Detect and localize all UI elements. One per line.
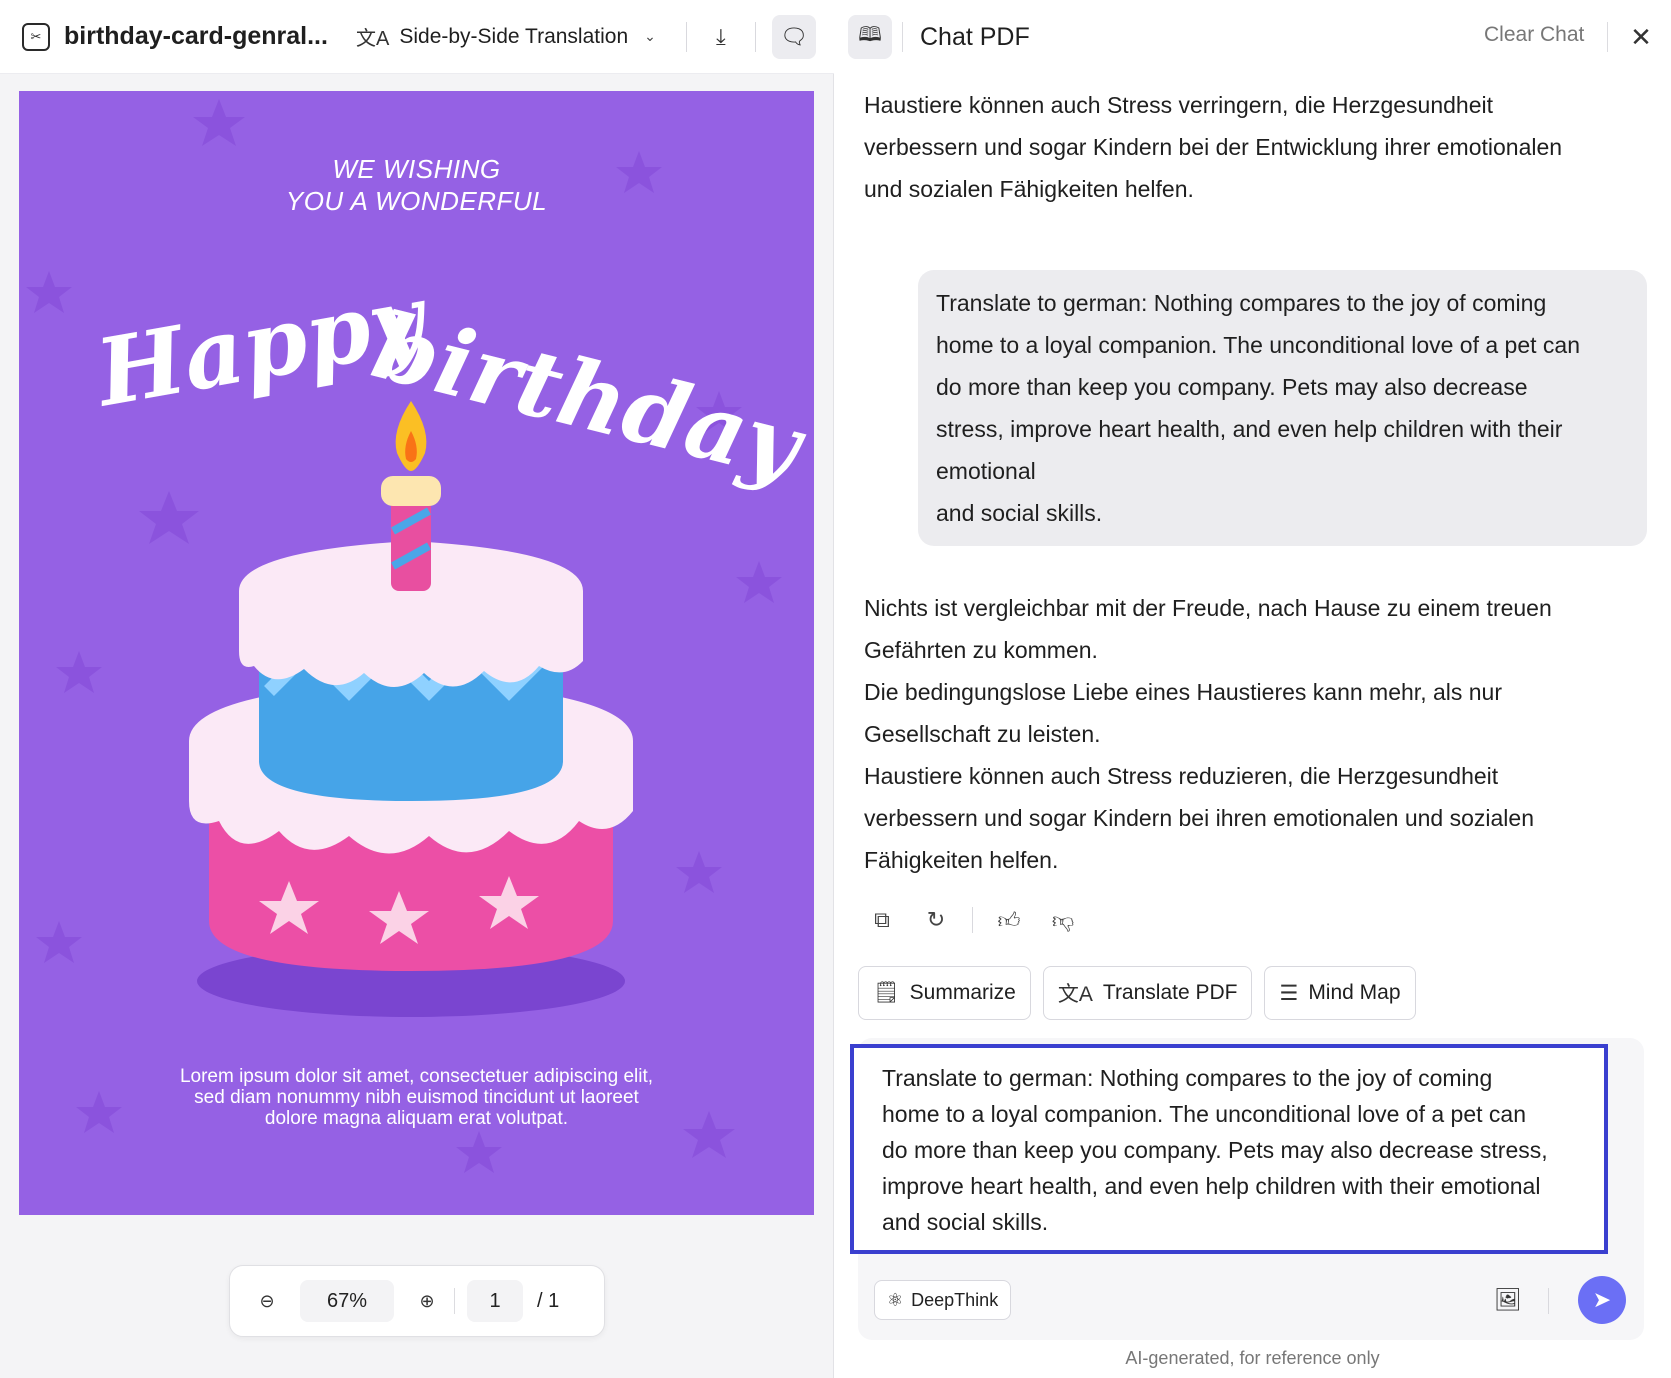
summarize-icon: 🗒︎ [873, 981, 900, 1004]
zoom-out-icon: ⊖ [259, 1290, 275, 1311]
image-upload-button[interactable]: 🖼︎ [1490, 1282, 1526, 1318]
card-heading-line2: YOU A WONDERFUL [285, 186, 548, 216]
send-icon: ➤ [1592, 1287, 1612, 1312]
thumbs-up-button[interactable]: 👍︎ [991, 902, 1027, 938]
thumbs-down-icon: 👎︎ [1051, 907, 1075, 933]
answer-line: und sozialen Fähigkeiten helfen. [864, 176, 1194, 202]
page-number-input[interactable]: 1 [467, 1280, 523, 1322]
user-message-line: stress, improve heart health, and even h… [936, 416, 1563, 442]
reader-mode-button[interactable]: 🕮 [848, 15, 892, 59]
download-icon: ⤓ [716, 23, 726, 49]
user-message-line: emotional [936, 458, 1036, 484]
book-icon: 🕮 [858, 24, 882, 46]
input-line: improve heart health, and even help chil… [882, 1173, 1541, 1199]
thumbs-up-icon: 👍︎ [997, 907, 1021, 933]
refresh-icon: ↻ [926, 907, 946, 932]
chat-pdf-panel: 🕮 Chat PDF Clear Chat ✕ Haustiere können… [834, 0, 1671, 1378]
answer-line: verbessern und sogar Kindern bei der Ent… [864, 134, 1563, 160]
input-line: and social skills. [882, 1209, 1049, 1235]
zoom-in-button[interactable]: ⊕ [412, 1286, 442, 1316]
card-heading-line1: WE WISHING [332, 154, 501, 184]
user-message-line: and social skills. [936, 500, 1103, 526]
birthday-card-page: WE WISHING YOU A WONDERFUL Happy birthda… [19, 91, 814, 1215]
composer-divider [1548, 1288, 1549, 1314]
regenerate-button[interactable]: ↻ [918, 902, 954, 938]
header-divider [1607, 22, 1608, 52]
summarize-label: Summarize [909, 981, 1016, 1004]
app-window: ✂ birthday-card-genral... 文A Side-by-Sid… [0, 0, 1671, 1378]
pdf-file-icon: ✂ [22, 22, 50, 51]
previous-answer-text: Haustiere können auch Stress verringern,… [864, 84, 1562, 210]
answer-line: Fähigkeiten helfen. [864, 847, 1059, 873]
header-divider [902, 22, 903, 52]
thumbs-down-button[interactable]: 👎︎ [1045, 902, 1081, 938]
ai-disclaimer: AI-generated, for reference only [1125, 1348, 1380, 1368]
user-message-line: home to a loyal companion. The unconditi… [936, 332, 1580, 358]
answer-line: Haustiere können auch Stress verringern,… [864, 92, 1494, 118]
chat-input[interactable]: Translate to german: Nothing compares to… [850, 1044, 1608, 1254]
input-line: do more than keep you company. Pets may … [882, 1137, 1548, 1163]
zoom-page-control: ⊖ 67% ⊕ 1 / 1 [229, 1265, 605, 1337]
toolbar-divider [685, 21, 687, 52]
copy-icon: ⧉ [874, 907, 890, 932]
pdf-viewer-pane: ✂ birthday-card-genral... 文A Side-by-Sid… [0, 0, 834, 1378]
zoom-in-icon: ⊕ [419, 1290, 435, 1311]
answer-actions: ⧉ ↻ 👍︎ 👎︎ [864, 902, 1099, 938]
close-icon: ✕ [1630, 21, 1652, 52]
chevron-down-icon: ⌄ [644, 28, 656, 44]
user-message-line: do more than keep you company. Pets may … [936, 374, 1528, 400]
answer-line: Die bedingungslose Liebe eines Haustiere… [864, 679, 1503, 705]
assistant-answer-text: Nichts ist vergleichbar mit der Freude, … [864, 587, 1552, 881]
card-heading: WE WISHING YOU A WONDERFUL [19, 153, 814, 217]
mind-map-icon: ☰ [1279, 981, 1299, 1005]
page-total: / 1 [537, 1289, 560, 1312]
deepthink-label: DeepThink [911, 1289, 999, 1310]
copy-button[interactable]: ⧉ [864, 902, 900, 938]
chat-header: 🕮 Chat PDF Clear Chat ✕ [834, 0, 1671, 74]
toolbar-divider [754, 21, 756, 52]
file-name[interactable]: birthday-card-genral... [64, 22, 334, 51]
translation-mode-dropdown[interactable]: 文A Side-by-Side Translation ⌄ [356, 22, 656, 51]
translation-mode-label: Side-by-Side Translation [399, 24, 629, 48]
answer-line: Nichts ist vergleichbar mit der Freude, … [864, 595, 1552, 621]
answer-line: Gesellschaft zu leisten. [864, 721, 1101, 747]
answer-line: Haustiere können auch Stress reduzieren,… [864, 763, 1499, 789]
input-line: Translate to german: Nothing compares to… [882, 1065, 1493, 1091]
zoom-divider [454, 1288, 455, 1314]
translate-pdf-label: Translate PDF [1102, 981, 1238, 1004]
ai-chat-toggle-button[interactable]: 🗨 [771, 14, 816, 59]
translate-icon: 文A [1057, 983, 1093, 1006]
summarize-chip[interactable]: 🗒︎ Summarize [858, 966, 1031, 1020]
zoom-level-field[interactable]: 67% [300, 1280, 394, 1322]
zoom-out-button[interactable]: ⊖ [252, 1286, 282, 1316]
send-button[interactable]: ➤ [1578, 1276, 1626, 1324]
user-message-line: Translate to german: Nothing compares to… [936, 290, 1547, 316]
input-line: home to a loyal companion. The unconditi… [882, 1101, 1526, 1127]
pdf-toolbar: ✂ birthday-card-genral... 文A Side-by-Sid… [0, 0, 834, 74]
answer-line: verbessern und sogar Kindern bei ihren e… [864, 805, 1534, 831]
birthday-cake-illustration [189, 401, 633, 1017]
translate-icon: 文A [356, 28, 390, 50]
mind-map-label: Mind Map [1308, 981, 1401, 1004]
clear-chat-button[interactable]: Clear Chat [1484, 23, 1584, 47]
actions-divider [972, 907, 973, 933]
chat-composer: Translate to german: Nothing compares to… [850, 1038, 1644, 1340]
download-button[interactable]: ⤓ [699, 15, 743, 59]
ai-chat-icon: 🗨 [779, 23, 808, 49]
image-add-icon: 🖼︎ [1494, 1287, 1522, 1312]
close-panel-button[interactable]: ✕ [1624, 20, 1658, 54]
translate-pdf-chip[interactable]: 文A Translate PDF [1042, 966, 1253, 1020]
answer-line: Gefährten zu kommen. [864, 637, 1098, 663]
atom-icon: ⚛ [887, 1289, 904, 1310]
card-body-text: Lorem ipsum dolor sit amet, consectetuer… [179, 1066, 654, 1129]
chat-title: Chat PDF [920, 22, 1030, 51]
mind-map-chip[interactable]: ☰ Mind Map [1264, 966, 1416, 1020]
deepthink-toggle[interactable]: ⚛ DeepThink [874, 1280, 1012, 1320]
user-message-bubble: Translate to german: Nothing compares to… [918, 270, 1647, 546]
quick-action-chips: 🗒︎ Summarize 文A Translate PDF ☰ Mind Map [858, 966, 1428, 1020]
